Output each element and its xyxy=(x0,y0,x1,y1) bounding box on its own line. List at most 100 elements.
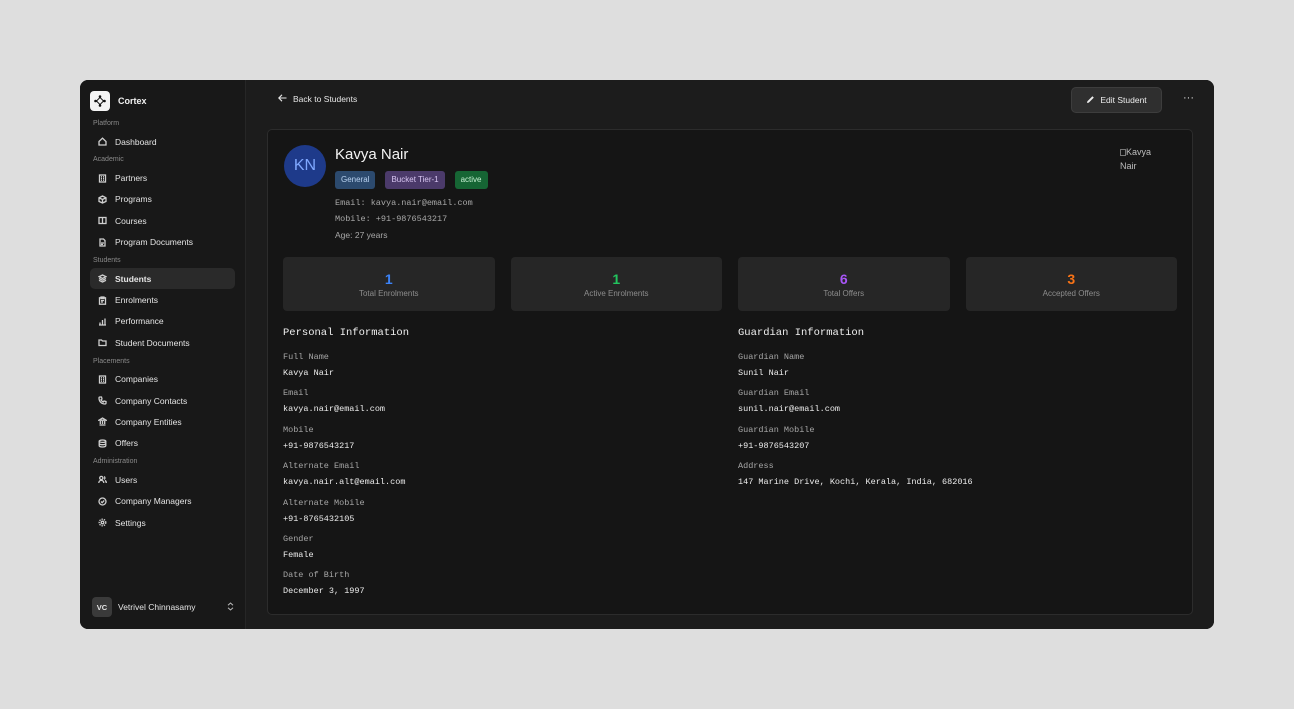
info-field: Alternate Email kavya.nair.alt@email.com xyxy=(283,461,409,497)
sidebar-item-company-entities[interactable]: Company Entities xyxy=(90,411,235,432)
field-value: Kavya Nair xyxy=(283,368,335,378)
topbar: Back to Students Edit Student ··· xyxy=(246,80,1214,120)
field-label: Alternate Email xyxy=(283,461,360,472)
stat-value: 3 xyxy=(1067,270,1076,287)
sidebar-item-company-contacts[interactable]: Company Contacts xyxy=(90,390,235,411)
brand[interactable]: Cortex xyxy=(80,91,245,111)
field-label: Mobile xyxy=(283,424,314,435)
stat-label: Accepted Offers xyxy=(1042,288,1100,298)
sidebar-item-label: Program Documents xyxy=(115,237,193,248)
personal-information-section: Personal Information Full Name Kavya Nair… xyxy=(283,327,409,607)
sidebar-item-label: Performance xyxy=(115,316,164,327)
badge-icon xyxy=(98,497,107,506)
cortex-logo-icon xyxy=(90,91,110,111)
sidebar-item-program-documents[interactable]: Program Documents xyxy=(90,232,235,253)
sidebar-item-student-documents[interactable]: Student Documents xyxy=(90,332,235,353)
stat-total-offers: 6 Total Offers xyxy=(738,257,950,311)
sidebar-section-label: Platform xyxy=(93,120,120,127)
avatar: VC xyxy=(92,597,112,617)
field-label: Guardian Email xyxy=(738,388,810,399)
field-label: Full Name xyxy=(283,352,329,362)
field-value: +91-9876543207 xyxy=(738,440,810,451)
sidebar-item-label: Partners xyxy=(115,173,148,184)
sidebar-item-programs[interactable]: Programs xyxy=(90,189,235,210)
field-value: Sunil Nair xyxy=(738,368,790,378)
sidebar-item-students[interactable]: Students xyxy=(90,267,235,290)
sidebar-item-partners[interactable]: Partners xyxy=(90,167,235,188)
back-to-students-link[interactable]: Back to Students xyxy=(278,94,357,104)
stat-label: Total Offers xyxy=(823,288,865,298)
info-field: Full Name Kavya Nair xyxy=(283,352,409,388)
field-value: 147 Marine Drive, Kochi, Kerala, India, … xyxy=(738,477,973,488)
field-value: Female xyxy=(283,549,314,560)
field-label: Address xyxy=(738,461,774,472)
arrow-left-icon xyxy=(278,94,287,104)
stat-accepted-offers: 3 Accepted Offers xyxy=(965,257,1177,311)
field-label: Email xyxy=(283,388,309,399)
info-field: Guardian Name Sunil Nair xyxy=(738,352,973,388)
stat-value: 6 xyxy=(839,270,848,287)
category-badge: General xyxy=(335,171,376,189)
stat-active-enrolments: 1 Active Enrolments xyxy=(510,257,722,311)
book-icon xyxy=(98,216,107,225)
sidebar-item-performance[interactable]: Performance xyxy=(90,311,235,332)
sidebar-item-offers[interactable]: Offers xyxy=(90,433,235,454)
sidebar-section-label: Placements xyxy=(93,357,130,365)
stat-total-enrolments: 1 Total Enrolments xyxy=(283,257,495,311)
sidebar-item-enrolments[interactable]: Enrolments xyxy=(90,289,235,310)
folder-icon xyxy=(98,338,107,347)
sidebar-item-label: Dashboard xyxy=(115,136,157,147)
sidebar-item-companies[interactable]: Companies xyxy=(90,369,235,390)
field-label: Gender xyxy=(283,533,314,544)
info-field: Guardian Mobile +91-9876543207 xyxy=(738,425,973,461)
field-value: +91-9876543217 xyxy=(283,440,355,451)
student-details-card: KN Kavya Nair General Bucket Tier-1 acti… xyxy=(267,129,1193,615)
student-age-line: Age: 27 years xyxy=(335,230,388,240)
field-value: sunil.nair@email.com xyxy=(738,404,841,415)
field-value: kavya.nair.alt@email.com xyxy=(283,477,406,488)
database-icon xyxy=(98,439,107,448)
sidebar-nav: Platform Dashboard Academic Partners Program… xyxy=(80,117,245,533)
section-heading: Personal Information xyxy=(283,327,410,339)
section-heading: Guardian Information xyxy=(738,327,865,339)
info-field: Date of Birth December 3, 1997 xyxy=(283,570,409,606)
student-email-line: Email: kavya.nair@email.com xyxy=(335,198,473,208)
sidebar-item-company-managers[interactable]: Company Managers xyxy=(90,490,235,511)
student-name: Kavya Nair xyxy=(335,146,409,163)
sidebar-item-courses[interactable]: Courses xyxy=(90,210,235,231)
status-badge: active xyxy=(454,171,488,189)
sidebar-item-dashboard[interactable]: Dashboard xyxy=(90,131,235,152)
info-field: Address 147 Marine Drive, Kochi, Kerala, … xyxy=(738,461,973,497)
stat-value: 1 xyxy=(612,270,621,287)
info-field: Email kavya.nair@email.com xyxy=(283,388,409,424)
field-value: +91-8765432105 xyxy=(283,513,355,524)
building-icon xyxy=(98,375,107,384)
gear-icon xyxy=(98,518,107,527)
student-avatar: KN xyxy=(284,145,326,187)
sidebar-item-users[interactable]: Users xyxy=(90,469,235,490)
more-options-button[interactable]: ··· xyxy=(1183,92,1194,104)
tier-badge: Bucket Tier-1 xyxy=(385,171,445,189)
sidebar-item-label: Users xyxy=(115,474,138,485)
sidebar-item-label: Company Managers xyxy=(115,496,192,507)
sidebar-item-settings[interactable]: Settings xyxy=(90,512,235,533)
sidebar: Cortex Platform Dashboard Academic Partners… xyxy=(80,80,246,629)
guardian-information-section: Guardian Information Guardian Name Sunil … xyxy=(738,327,973,498)
student-photo: Kavya Nair xyxy=(1120,145,1164,173)
info-field: Alternate Mobile +91-8765432105 xyxy=(283,498,409,534)
edit-student-button[interactable]: Edit Student xyxy=(1071,87,1162,113)
sidebar-item-label: Settings xyxy=(115,517,146,528)
stack-icon xyxy=(98,274,107,283)
pencil-icon xyxy=(1086,95,1095,106)
field-label: Guardian Mobile xyxy=(738,424,815,435)
student-badges: General Bucket Tier-1 active xyxy=(335,171,488,189)
sidebar-item-label: Companies xyxy=(115,374,158,385)
building-icon xyxy=(98,173,107,183)
field-label: Guardian Name xyxy=(738,352,805,362)
brand-name: Cortex xyxy=(118,96,147,106)
back-label: Back to Students xyxy=(293,94,358,104)
field-value: December 3, 1997 xyxy=(283,586,365,597)
stat-label: Active Enrolments xyxy=(584,288,649,298)
user-menu[interactable]: VC Vetrivel Chinnasamy xyxy=(92,597,234,617)
bar-chart-icon xyxy=(98,317,107,326)
